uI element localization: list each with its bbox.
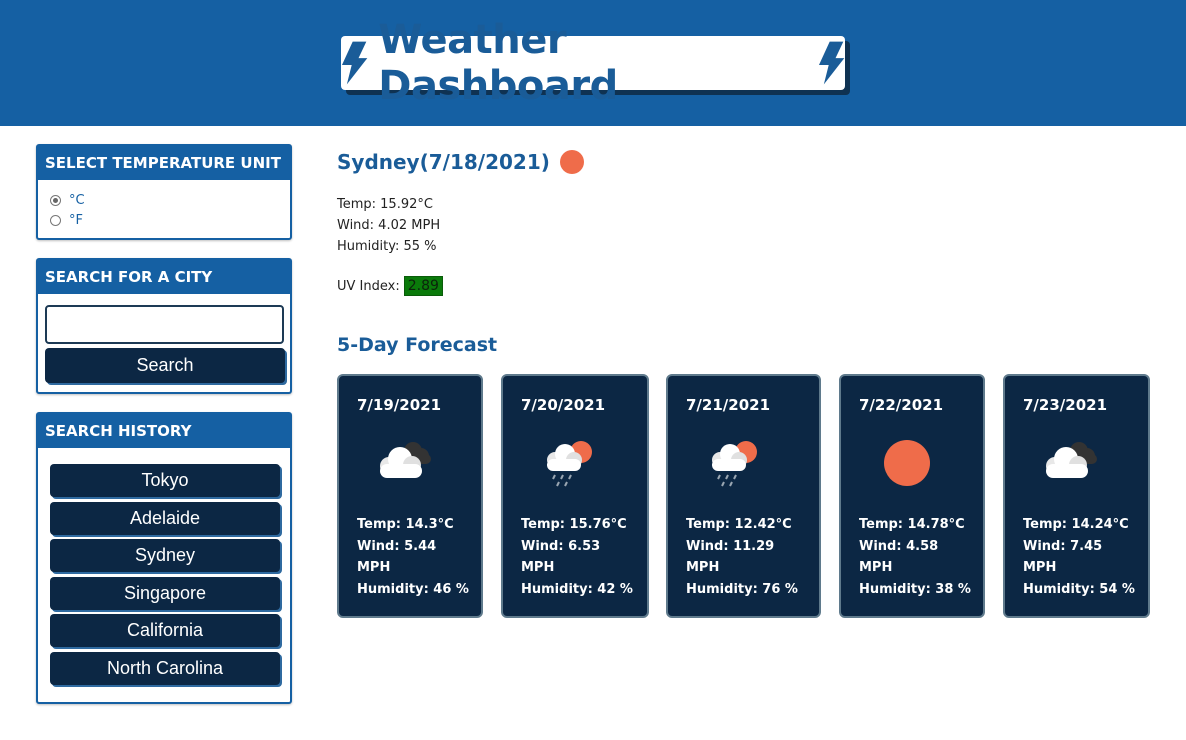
search-button[interactable]: Search bbox=[45, 348, 285, 383]
forecast-humidity: Humidity: 38 % bbox=[859, 581, 971, 597]
current-temp: Temp: 15.92°C bbox=[337, 197, 433, 212]
forecast-heading: 5-Day Forecast bbox=[337, 334, 498, 356]
forecast-humidity: Humidity: 54 % bbox=[1023, 581, 1135, 597]
temperature-unit-panel: SELECT TEMPERATURE UNIT °C °F bbox=[36, 144, 292, 240]
page-title: Weather Dashboard bbox=[378, 17, 618, 109]
current-weather-details: Temp: 15.92°C Wind: 4.02 MPH Humidity: 5… bbox=[337, 194, 440, 257]
forecast-stats: Temp: 14.3°C Wind: 5.44 MPH Humidity: 46… bbox=[357, 514, 469, 600]
unit-option-fahrenheit[interactable]: °F bbox=[38, 210, 290, 230]
rain-sun-icon bbox=[712, 441, 757, 487]
temperature-unit-heading: SELECT TEMPERATURE UNIT bbox=[38, 146, 290, 180]
uv-label: UV Index: bbox=[337, 278, 400, 294]
celsius-label: °C bbox=[69, 192, 85, 208]
sun-icon bbox=[559, 150, 584, 174]
forecast-temp: Temp: 15.76°C bbox=[521, 517, 627, 532]
forecast-stats: Temp: 14.24°C Wind: 7.45 MPH Humidity: 5… bbox=[1023, 514, 1135, 600]
current-city-label: Sydney(7/18/2021) bbox=[337, 150, 550, 174]
forecast-humidity: Humidity: 42 % bbox=[521, 581, 633, 597]
rain-sun-icon bbox=[547, 441, 592, 487]
sun-icon bbox=[884, 440, 930, 486]
forecast-wind-unit: MPH bbox=[521, 560, 555, 575]
forecast-wind: Wind: 5.44 bbox=[357, 538, 437, 554]
forecast-wind: Wind: 6.53 bbox=[521, 538, 601, 554]
forecast-wind-unit: MPH bbox=[859, 560, 893, 575]
forecast-wind-unit: MPH bbox=[686, 560, 720, 575]
forecast-card-day-4: 7/22/2021 Temp: 14.78°C Wind: 4.58 MPH H… bbox=[839, 374, 985, 618]
history-item-tokyo[interactable]: Tokyo bbox=[50, 464, 280, 497]
current-city-title: Sydney(7/18/2021) bbox=[337, 150, 584, 174]
lightning-bolt-icon bbox=[341, 41, 368, 85]
search-history-panel: SEARCH HISTORY Tokyo Adelaide Sydney Sin… bbox=[36, 412, 292, 704]
forecast-wind: Wind: 11.29 bbox=[686, 538, 775, 554]
history-item-sydney[interactable]: Sydney bbox=[50, 539, 280, 572]
forecast-card-day-5: 7/23/2021 Temp: 14.24°C Wind: 7.45 MPH H… bbox=[1003, 374, 1150, 618]
forecast-temp: Temp: 14.24°C bbox=[1023, 517, 1129, 532]
forecast-date: 7/20/2021 bbox=[521, 396, 606, 414]
history-item-singapore[interactable]: Singapore bbox=[50, 576, 280, 610]
forecast-temp: Temp: 14.3°C bbox=[357, 517, 454, 532]
title-box: Weather Dashboard bbox=[341, 17, 845, 109]
forecast-stats: Temp: 14.78°C Wind: 4.58 MPH Humidity: 3… bbox=[859, 514, 971, 600]
city-search-panel: SEARCH FOR A CITY Search bbox=[36, 258, 292, 394]
forecast-wind-unit: MPH bbox=[1023, 560, 1057, 575]
forecast-temp: Temp: 12.42°C bbox=[686, 517, 792, 532]
city-search-input[interactable] bbox=[45, 305, 284, 344]
cloudy-icon bbox=[380, 442, 431, 478]
forecast-date: 7/21/2021 bbox=[686, 396, 771, 414]
forecast-date: 7/22/2021 bbox=[859, 396, 944, 414]
fahrenheit-radio[interactable] bbox=[50, 214, 61, 226]
history-item-north-carolina[interactable]: North Carolina bbox=[50, 651, 280, 685]
forecast-humidity: Humidity: 76 % bbox=[686, 581, 798, 597]
forecast-card-day-1: 7/19/2021 Temp: 14.3°C Wind: 5.44 MPH Hu… bbox=[337, 374, 483, 618]
forecast-wind-unit: MPH bbox=[357, 560, 391, 575]
forecast-card-day-2: 7/20/2021 Temp: 15.76°C Wind: 6.53 MPH H… bbox=[501, 374, 649, 618]
search-history-heading: SEARCH HISTORY bbox=[38, 414, 290, 448]
forecast-temp: Temp: 14.78°C bbox=[859, 517, 965, 532]
current-humidity: Humidity: 55 % bbox=[337, 239, 437, 254]
forecast-stats: Temp: 12.42°C Wind: 11.29 MPH Humidity: … bbox=[686, 514, 798, 600]
uv-index: UV Index: 2.89 bbox=[337, 276, 443, 296]
unit-option-celsius[interactable]: °C bbox=[38, 190, 290, 210]
forecast-date: 7/19/2021 bbox=[357, 396, 442, 414]
uv-value-badge: 2.89 bbox=[403, 276, 443, 296]
forecast-card-day-3: 7/21/2021 Temp: 12.42°C Wind: 11.29 MPH … bbox=[666, 374, 821, 618]
forecast-date: 7/23/2021 bbox=[1023, 396, 1108, 414]
forecast-humidity: Humidity: 46 % bbox=[357, 581, 469, 597]
header-banner: Weather Dashboard bbox=[0, 0, 1186, 126]
celsius-radio[interactable] bbox=[50, 194, 61, 206]
fahrenheit-label: °F bbox=[69, 212, 83, 228]
search-history-list: Tokyo Adelaide Sydney Singapore Californ… bbox=[50, 464, 280, 689]
forecast-wind: Wind: 7.45 bbox=[1023, 538, 1103, 554]
cloudy-icon bbox=[1046, 442, 1097, 478]
forecast-stats: Temp: 15.76°C Wind: 6.53 MPH Humidity: 4… bbox=[521, 514, 633, 600]
current-wind: Wind: 4.02 MPH bbox=[337, 218, 441, 233]
history-item-adelaide[interactable]: Adelaide bbox=[50, 501, 280, 535]
history-item-california[interactable]: California bbox=[50, 614, 280, 647]
lightning-bolt-icon bbox=[818, 41, 845, 85]
city-search-heading: SEARCH FOR A CITY bbox=[38, 260, 290, 294]
forecast-wind: Wind: 4.58 bbox=[859, 538, 939, 554]
